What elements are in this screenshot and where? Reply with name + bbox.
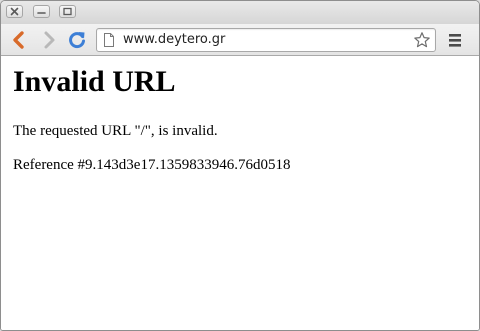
close-icon bbox=[10, 7, 19, 16]
star-icon[interactable] bbox=[413, 31, 431, 49]
page-content: Invalid URL The requested URL "/", is in… bbox=[1, 56, 479, 330]
forward-button[interactable] bbox=[39, 30, 59, 50]
forward-arrow-icon bbox=[44, 31, 55, 49]
page-icon bbox=[104, 33, 114, 47]
menu-icon[interactable] bbox=[447, 31, 463, 49]
minimize-window-button[interactable] bbox=[33, 5, 50, 18]
back-arrow-icon bbox=[13, 31, 24, 49]
maximize-icon bbox=[63, 7, 72, 16]
url-text[interactable]: www.deytero.gr bbox=[123, 32, 225, 48]
back-button[interactable] bbox=[9, 30, 29, 50]
reference-id: Reference #9.143d3e17.1359833946.76d0518 bbox=[13, 157, 291, 173]
maximize-window-button[interactable] bbox=[59, 5, 76, 18]
reload-icon bbox=[69, 32, 85, 49]
reload-button[interactable] bbox=[67, 30, 87, 50]
browser-window: www.deytero.gr Invalid URL The requested… bbox=[0, 0, 480, 331]
close-window-button[interactable] bbox=[6, 5, 23, 18]
title-bar bbox=[1, 1, 479, 24]
minimize-icon bbox=[37, 12, 46, 14]
browser-toolbar: www.deytero.gr bbox=[1, 24, 479, 56]
error-message: The requested URL "/", is invalid. bbox=[13, 123, 218, 139]
address-bar[interactable]: www.deytero.gr bbox=[96, 28, 436, 52]
page-title: Invalid URL bbox=[13, 65, 176, 98]
